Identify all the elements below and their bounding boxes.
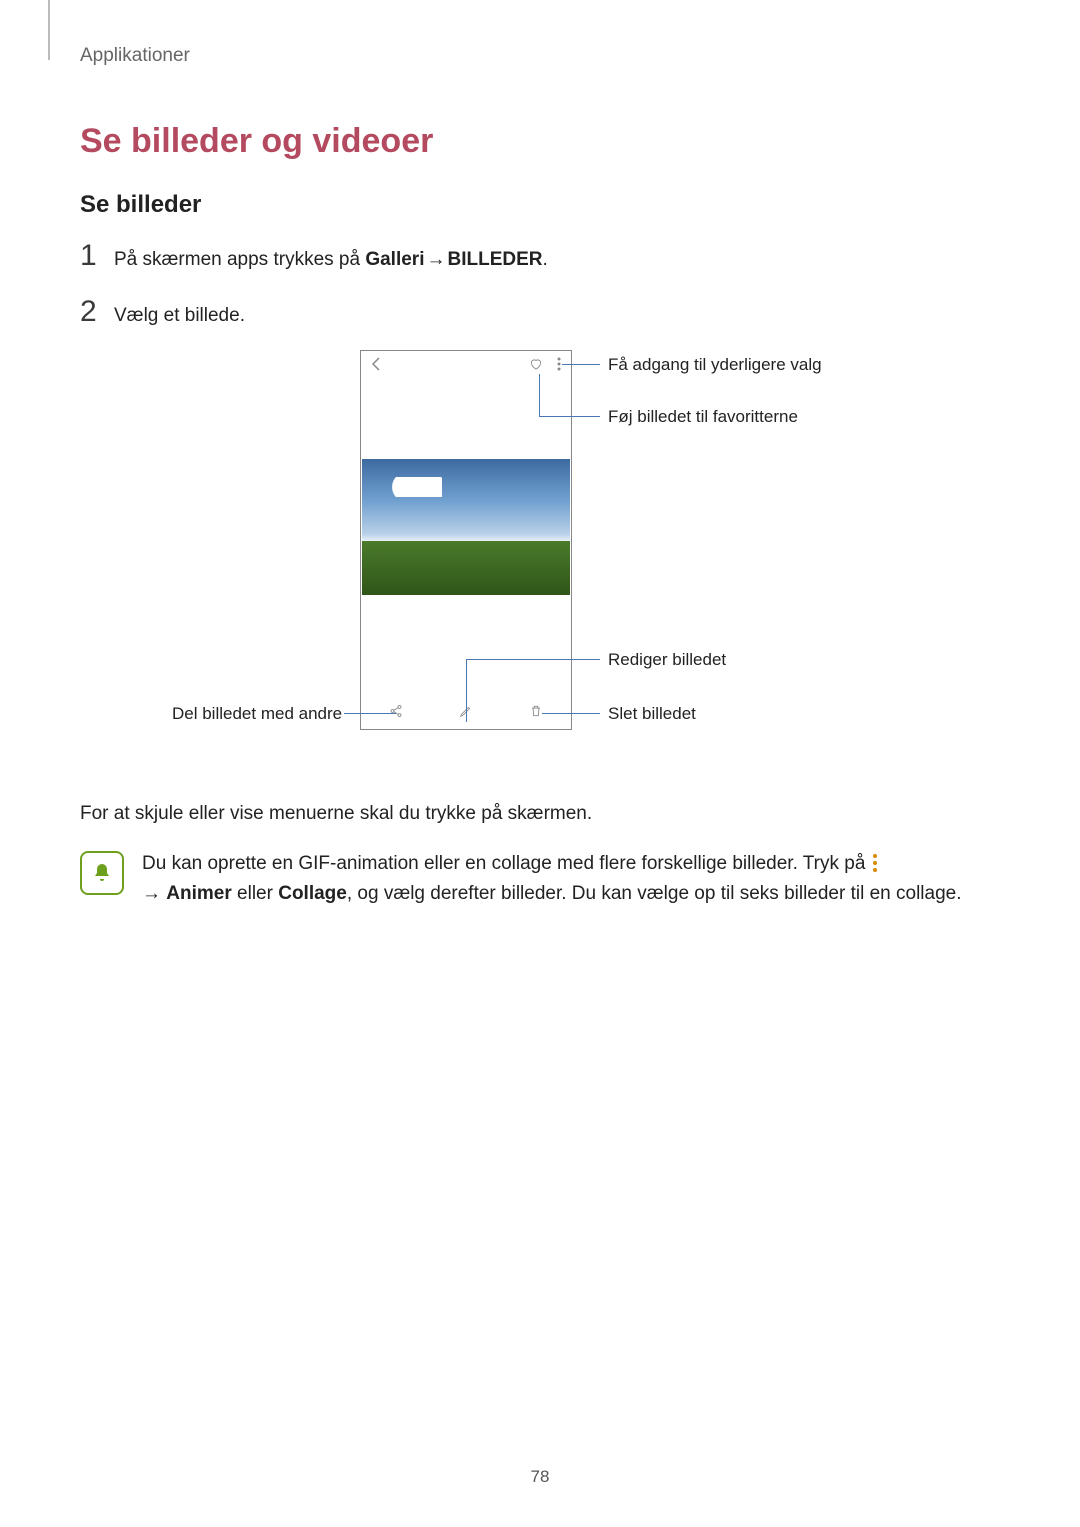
callout-line — [542, 713, 600, 714]
step-text: På skærmen apps trykkes på Galleri → BIL… — [114, 246, 548, 275]
callout-line — [562, 364, 600, 365]
note-mid: eller — [232, 883, 278, 904]
note-icon — [80, 851, 124, 895]
step1-pre: På skærmen apps trykkes på — [114, 249, 365, 270]
page-number: 78 — [0, 1467, 1080, 1487]
step-number: 2 — [80, 295, 114, 329]
share-icon — [389, 704, 403, 720]
more-icon — [557, 357, 561, 373]
note-arrow: → — [142, 883, 166, 904]
trash-icon — [529, 704, 543, 720]
top-left-margin — [48, 0, 50, 60]
back-icon — [371, 357, 381, 373]
section-heading: Se billeder — [80, 191, 1000, 219]
callout-delete: Slet billedet — [608, 704, 696, 724]
step-2: 2 Vælg et billede. — [80, 295, 1000, 331]
note-line2b: , og vælg derefter billeder. Du kan vælg… — [347, 883, 962, 904]
callout-edit: Rediger billedet — [608, 650, 726, 670]
figure: Få adgang til yderligere valg Føj billed… — [80, 350, 1000, 770]
heart-icon — [529, 357, 543, 373]
step1-b2: BILLEDER — [447, 249, 542, 270]
step-1: 1 På skærmen apps trykkes på Galleri → B… — [80, 239, 1000, 275]
step-text: Vælg et billede. — [114, 302, 245, 331]
note-line1a: Du kan oprette en GIF-animation eller en… — [142, 853, 871, 874]
step1-b1: Galleri — [365, 249, 424, 270]
callout-line — [539, 374, 540, 416]
breadcrumb: Applikationer — [80, 45, 1000, 67]
callout-line — [466, 659, 467, 722]
note-box: Du kan oprette en GIF-animation eller en… — [80, 849, 1000, 910]
bell-icon — [90, 861, 114, 885]
note-b1: Animer — [166, 883, 231, 904]
phone-photo — [362, 459, 570, 595]
callout-favorite: Føj billedet til favoritterne — [608, 407, 798, 427]
step1-post: . — [542, 249, 547, 270]
arrow-icon: → — [424, 246, 447, 275]
note-text: Du kan oprette en GIF-animation eller en… — [142, 849, 962, 910]
callout-line — [539, 416, 600, 417]
callout-more: Få adgang til yderligere valg — [608, 355, 822, 375]
callout-line — [466, 659, 600, 660]
more-icon — [871, 854, 879, 872]
page-heading: Se billeder og videoer — [80, 122, 1000, 161]
note-b2: Collage — [278, 883, 347, 904]
callout-line — [344, 713, 396, 714]
callout-share: Del billedet med andre — [172, 704, 342, 724]
step-number: 1 — [80, 239, 114, 273]
paragraph: For at skjule eller vise menuerne skal d… — [80, 800, 1000, 829]
